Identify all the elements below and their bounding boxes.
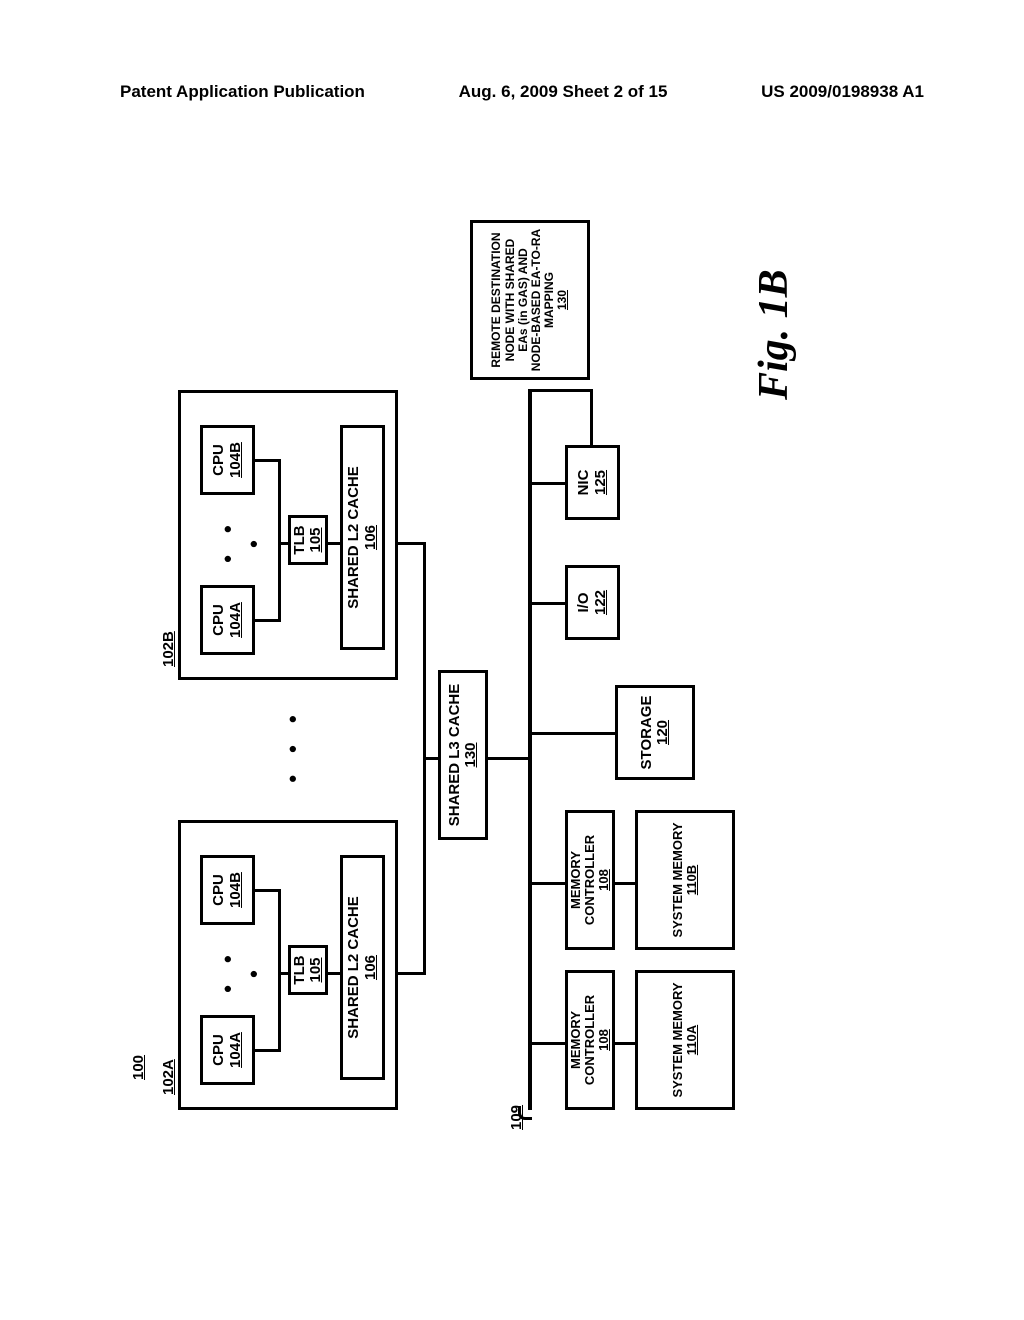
sysmem-ref: 110B (685, 865, 699, 895)
sysmem-b: SYSTEM MEMORY 110B (635, 810, 735, 950)
remote-ref: 130 (556, 290, 569, 310)
tlb-102a: TLB 105 (288, 945, 328, 995)
system-ref: 100 (130, 1055, 147, 1080)
cpu-label: CPU (211, 1034, 228, 1066)
l2-102a: SHARED L2 CACHE 106 (340, 855, 385, 1080)
memctrl-a: MEMORY CONTROLLER 108 (565, 970, 615, 1110)
line (615, 882, 635, 885)
cpu-dots-102a: • • • (215, 940, 267, 1000)
l2-102b: SHARED L2 CACHE 106 (340, 425, 385, 650)
line (278, 459, 281, 622)
line (255, 619, 280, 622)
memctrl-ref: 108 (597, 869, 611, 891)
sysmem-ref: 110A (685, 1025, 699, 1055)
line (530, 882, 565, 885)
line (255, 459, 280, 462)
cpu-dots-102b: • • • (215, 510, 267, 570)
nic-ref: 125 (593, 470, 610, 495)
memctrl-ref: 108 (597, 1029, 611, 1051)
io: I/O 122 (565, 565, 620, 640)
line (590, 390, 593, 445)
sysmem-a: SYSTEM MEMORY 110A (635, 970, 735, 1110)
line (278, 542, 288, 545)
sysmem-label: SYSTEM MEMORY (671, 982, 685, 1097)
line (530, 602, 565, 605)
cpu-102b-a: CPU 104A (200, 585, 255, 655)
line (255, 889, 280, 892)
cpu-ref: 104A (228, 1032, 245, 1068)
bus-curl (518, 1106, 532, 1120)
l2-ref: 106 (363, 955, 380, 980)
diagram: 100 102A CPU 104A • • • CPU 104B TLB 105… (130, 240, 810, 1140)
l3-label: SHARED L3 CACHE (447, 684, 464, 827)
storage-ref: 120 (655, 720, 672, 745)
tlb-ref: 105 (308, 527, 325, 552)
header-center: Aug. 6, 2009 Sheet 2 of 15 (459, 82, 668, 102)
line (530, 482, 565, 485)
remote-l2: NODE WITH SHARED (504, 239, 517, 362)
line (530, 732, 615, 735)
line (398, 972, 423, 975)
figure-label: Fig. 1B (750, 269, 798, 400)
line (528, 389, 593, 392)
cpu-102b-b: CPU 104B (200, 425, 255, 495)
line (278, 972, 288, 975)
page-header: Patent Application Publication Aug. 6, 2… (0, 82, 1024, 102)
tlb-102b: TLB 105 (288, 515, 328, 565)
tlb-label: TLB (292, 525, 309, 554)
line (398, 542, 423, 545)
line (530, 1042, 565, 1045)
nic-label: NIC (576, 470, 593, 496)
line (423, 757, 438, 760)
line (328, 972, 340, 975)
remote-l1: REMOTE DESTINATION (490, 232, 503, 367)
cpu-label: CPU (211, 604, 228, 636)
cpu-ref: 104B (228, 442, 245, 478)
line (615, 1042, 635, 1045)
l3-ref: 130 (463, 742, 480, 767)
nic: NIC 125 (565, 445, 620, 520)
cpu-ref: 104A (228, 602, 245, 638)
line (255, 1049, 280, 1052)
remote-node: REMOTE DESTINATION NODE WITH SHARED EAs … (470, 220, 590, 380)
chip-102b-label: 102B (160, 631, 177, 667)
cpu-ref: 104B (228, 872, 245, 908)
chip-102a-label: 102A (160, 1059, 177, 1095)
bus-line (528, 390, 532, 1110)
line (328, 542, 340, 545)
header-left: Patent Application Publication (120, 82, 365, 102)
l2-label: SHARED L2 CACHE (346, 466, 363, 609)
sysmem-label: SYSTEM MEMORY (671, 822, 685, 937)
memctrl-b: MEMORY CONTROLLER 108 (565, 810, 615, 950)
chip-dots: • • • (280, 700, 306, 790)
io-label: I/O (576, 593, 593, 613)
storage: STORAGE 120 (615, 685, 695, 780)
cpu-102a-a: CPU 104A (200, 1015, 255, 1085)
cpu-label: CPU (211, 444, 228, 476)
line (488, 757, 528, 760)
l2-ref: 106 (363, 525, 380, 550)
storage-label: STORAGE (639, 696, 656, 770)
line (278, 889, 281, 1052)
cpu-label: CPU (211, 874, 228, 906)
l2-label: SHARED L2 CACHE (346, 896, 363, 1039)
l3-cache: SHARED L3 CACHE 130 (438, 670, 488, 840)
cpu-102a-b: CPU 104B (200, 855, 255, 925)
tlb-ref: 105 (308, 957, 325, 982)
memctrl-label: MEMORY CONTROLLER (569, 973, 598, 1107)
header-right: US 2009/0198938 A1 (761, 82, 924, 102)
io-ref: 122 (593, 590, 610, 615)
memctrl-label: MEMORY CONTROLLER (569, 813, 598, 947)
tlb-label: TLB (292, 955, 309, 984)
